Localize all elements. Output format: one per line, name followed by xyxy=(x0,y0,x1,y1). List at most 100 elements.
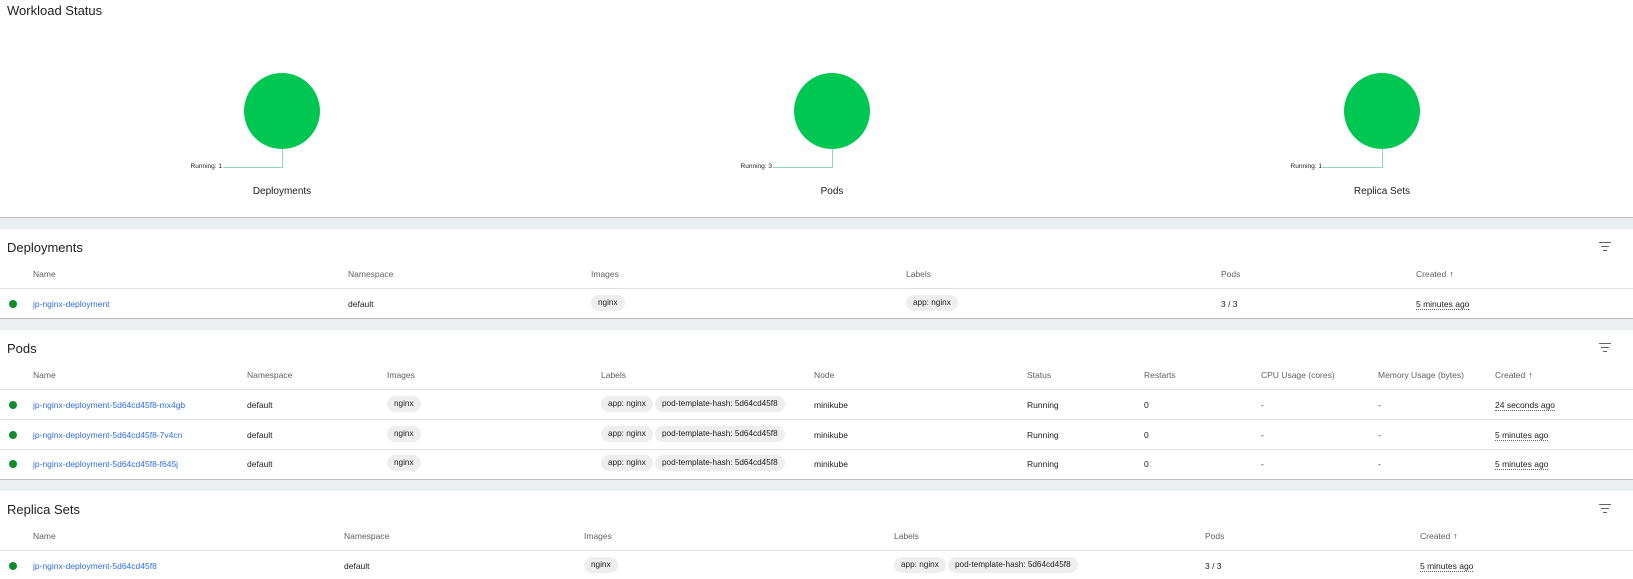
created-cell: 5 minutes ago xyxy=(1495,459,1549,470)
namespace-cell: default xyxy=(247,459,273,469)
status-cell: Running xyxy=(1027,430,1059,440)
row-divider xyxy=(0,389,1633,390)
leader-line xyxy=(282,149,283,168)
status-dot-icon xyxy=(9,562,17,570)
pods-running-donut[interactable] xyxy=(794,73,870,149)
row-divider xyxy=(0,550,1633,551)
replica-sets-running-label: Running: 1 xyxy=(1290,163,1322,170)
replica-sets-title: Replica Sets xyxy=(7,502,80,517)
image-chip: nginx xyxy=(387,426,421,442)
label-chip: app: nginx xyxy=(601,396,653,412)
label-chip: app: nginx xyxy=(601,426,653,442)
workload-status-title: Workload Status xyxy=(7,3,103,18)
deployments-chart-label: Deployments xyxy=(252,186,312,197)
column-header-created-label: Created xyxy=(1420,531,1451,541)
column-header-memory-usage[interactable]: Memory Usage (bytes) xyxy=(1378,370,1464,380)
created-cell: 5 minutes ago xyxy=(1495,430,1549,441)
column-header-restarts[interactable]: Restarts xyxy=(1144,370,1176,380)
replica-sets-running-donut[interactable] xyxy=(1344,73,1420,149)
column-header-created-label: Created xyxy=(1416,269,1447,279)
column-header-name[interactable]: Name xyxy=(33,269,56,279)
pods-chart-label: Pods xyxy=(820,186,844,197)
column-header-labels[interactable]: Labels xyxy=(894,531,919,541)
created-cell: 24 seconds ago xyxy=(1495,400,1556,411)
column-header-cpu-usage[interactable]: CPU Usage (cores) xyxy=(1261,370,1335,380)
pods-running-label: Running: 3 xyxy=(740,163,772,170)
label-chip: app: nginx xyxy=(894,557,946,573)
column-header-name[interactable]: Name xyxy=(33,370,56,380)
node-cell: minikube xyxy=(814,459,849,469)
replica-sets-status-chart: Running: 1 Replica Sets xyxy=(1282,0,1482,218)
leader-line xyxy=(223,167,282,168)
image-chip: nginx xyxy=(387,396,421,412)
memory-usage-cell: - xyxy=(1378,459,1381,469)
workload-status-card: Workload Status Running: 1 Deployments R… xyxy=(0,0,1633,218)
leader-line xyxy=(1382,149,1383,168)
deployments-running-label: Running: 1 xyxy=(190,163,222,170)
cpu-usage-cell: - xyxy=(1261,459,1264,469)
node-cell: minikube xyxy=(814,400,849,410)
memory-usage-cell: - xyxy=(1378,400,1381,410)
row-divider xyxy=(0,419,1633,420)
column-header-status[interactable]: Status xyxy=(1027,370,1051,380)
label-chip: pod-template-hash: 5d64cd45f8 xyxy=(655,455,785,471)
leader-line xyxy=(773,167,832,168)
row-divider xyxy=(0,449,1633,450)
column-header-images[interactable]: Images xyxy=(387,370,415,380)
image-chip: nginx xyxy=(591,295,625,311)
status-dot-icon xyxy=(9,431,17,439)
column-header-labels[interactable]: Labels xyxy=(906,269,931,279)
node-cell: minikube xyxy=(814,430,849,440)
label-chip: pod-template-hash: 5d64cd45f8 xyxy=(655,426,785,442)
pods-status-chart: Running: 3 Pods xyxy=(732,0,932,218)
arrow-upward-icon[interactable]: ↑ xyxy=(1453,531,1458,541)
label-chip: pod-template-hash: 5d64cd45f8 xyxy=(655,396,785,412)
filter-list-icon[interactable] xyxy=(1599,343,1611,353)
column-header-labels[interactable]: Labels xyxy=(601,370,626,380)
filter-list-icon[interactable] xyxy=(1599,242,1611,252)
column-header-namespace[interactable]: Namespace xyxy=(344,531,389,541)
row-divider xyxy=(0,288,1633,289)
namespace-cell: default xyxy=(247,430,273,440)
namespace-cell: default xyxy=(344,561,370,571)
filter-list-icon[interactable] xyxy=(1599,504,1611,514)
column-header-pods[interactable]: Pods xyxy=(1205,531,1224,541)
column-header-images[interactable]: Images xyxy=(584,531,612,541)
deployments-running-donut[interactable] xyxy=(244,73,320,149)
column-header-namespace[interactable]: Namespace xyxy=(247,370,292,380)
arrow-upward-icon[interactable]: ↑ xyxy=(1449,269,1454,279)
column-header-node[interactable]: Node xyxy=(814,370,834,380)
memory-usage-cell: - xyxy=(1378,430,1381,440)
label-chip: app: nginx xyxy=(906,295,958,311)
leader-line xyxy=(1323,167,1382,168)
pod-name-link[interactable]: jp-nginx-deployment-5d64cd45f8-mx4gb xyxy=(33,400,185,410)
image-chip: nginx xyxy=(387,455,421,471)
status-cell: Running xyxy=(1027,459,1059,469)
status-dot-icon xyxy=(9,460,17,468)
pod-name-link[interactable]: jp-nginx-deployment-5d64cd45f8-7v4cn xyxy=(33,430,182,440)
restarts-cell: 0 xyxy=(1144,459,1149,469)
column-header-namespace[interactable]: Namespace xyxy=(348,269,393,279)
column-header-pods[interactable]: Pods xyxy=(1221,269,1240,279)
status-dot-icon xyxy=(9,401,17,409)
deployments-status-chart: Running: 1 Deployments xyxy=(182,0,382,218)
label-chip: pod-template-hash: 5d64cd45f8 xyxy=(948,557,1078,573)
column-header-created[interactable]: Created ↑ xyxy=(1495,370,1533,380)
leader-line xyxy=(832,149,833,168)
namespace-cell: default xyxy=(247,400,273,410)
deployment-name-link[interactable]: jp-nginx-deployment xyxy=(33,299,110,309)
deployments-title: Deployments xyxy=(7,240,83,255)
column-header-images[interactable]: Images xyxy=(591,269,619,279)
arrow-upward-icon[interactable]: ↑ xyxy=(1528,370,1533,380)
replica-sets-card: Replica Sets Name Namespace Images Label… xyxy=(0,491,1633,579)
image-chip: nginx xyxy=(584,557,618,573)
column-header-name[interactable]: Name xyxy=(33,531,56,541)
replica-set-name-link[interactable]: jp-nginx-deployment-5d64cd45f8 xyxy=(33,561,157,571)
pod-name-link[interactable]: jp-nginx-deployment-5d64cd45f8-f645j xyxy=(33,459,178,469)
column-header-created[interactable]: Created ↑ xyxy=(1416,269,1454,279)
label-chip: app: nginx xyxy=(601,455,653,471)
status-dot-icon xyxy=(9,300,17,308)
cpu-usage-cell: - xyxy=(1261,430,1264,440)
column-header-created[interactable]: Created ↑ xyxy=(1420,531,1458,541)
restarts-cell: 0 xyxy=(1144,400,1149,410)
